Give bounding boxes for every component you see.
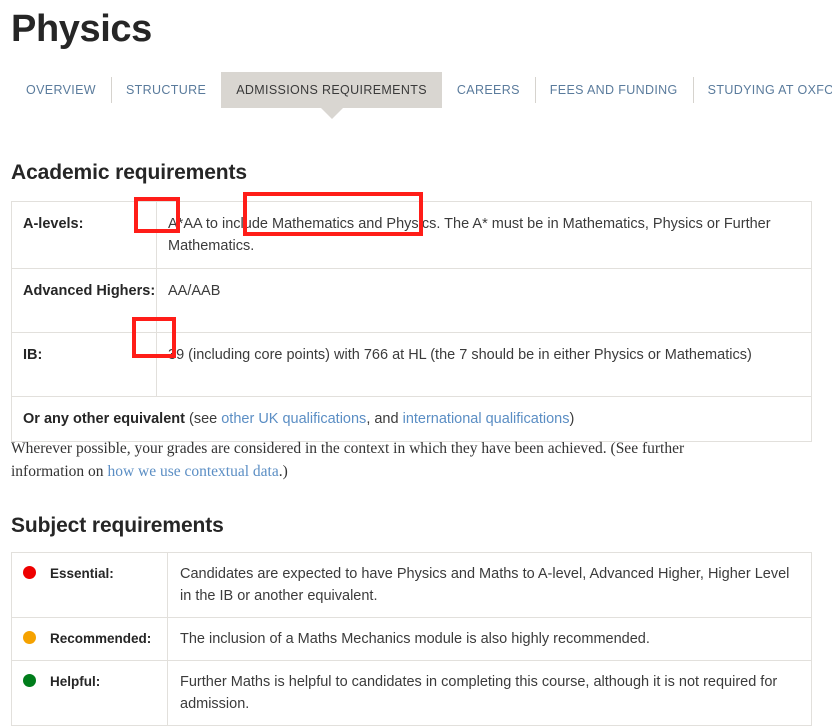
table-row: Recommended: The inclusion of a Maths Me… — [11, 617, 812, 661]
status-dot-helpful-icon — [23, 674, 36, 687]
helpful-label: Helpful: — [50, 674, 101, 689]
row-label-a-levels: A-levels: — [11, 201, 157, 269]
row-label-advanced-highers: Advanced Highers: — [11, 268, 157, 333]
tab-label: FEES AND FUNDING — [549, 83, 678, 97]
tab-admissions-requirements[interactable]: ADMISSIONS REQUIREMENTS — [221, 72, 442, 119]
recommended-label: Recommended: — [50, 631, 152, 646]
tab-studying-at-oxford[interactable]: STUDYING AT OXFORD — [692, 72, 832, 108]
link-international-qualifications[interactable]: international qualifications — [403, 411, 570, 427]
tab-overview[interactable]: OVERVIEW — [11, 72, 111, 108]
link-other-uk-qualifications[interactable]: other UK qualifications — [221, 411, 366, 427]
row-value-ib: 39 (including core points) with 766 at H… — [156, 332, 812, 397]
tab-label: ADMISSIONS REQUIREMENTS — [236, 83, 427, 97]
row-label-recommended: Recommended: — [11, 617, 168, 661]
row-value-a-levels: A*AA to include Mathematics and Physics.… — [156, 201, 812, 269]
other-equivalent-text-middle: , and — [366, 411, 403, 427]
table-row: Or any other equivalent (see other UK qu… — [11, 396, 812, 442]
row-value-recommended: The inclusion of a Maths Mechanics modul… — [167, 617, 812, 661]
row-label-helpful: Helpful: — [11, 660, 168, 726]
table-row: Helpful: Further Maths is helpful to can… — [11, 660, 812, 726]
tab-label: STUDYING AT OXFORD — [707, 83, 832, 97]
row-label-ib: IB: — [11, 332, 157, 397]
row-other-equivalent: Or any other equivalent (see other UK qu… — [11, 396, 812, 442]
row-value-essential: Candidates are expected to have Physics … — [167, 552, 812, 618]
page-title: Physics — [11, 8, 152, 50]
status-dot-recommended-icon — [23, 631, 36, 644]
other-equivalent-text-after: ) — [569, 411, 575, 427]
tab-fees-and-funding[interactable]: FEES AND FUNDING — [534, 72, 693, 108]
academic-requirements-heading: Academic requirements — [11, 161, 247, 184]
other-equivalent-text-before: (see — [184, 411, 222, 427]
row-label-essential: Essential: — [11, 552, 168, 618]
table-row: A-levels: A*AA to include Mathematics an… — [11, 201, 812, 269]
tab-label: CAREERS — [456, 83, 520, 97]
tab-careers[interactable]: CAREERS — [442, 72, 535, 108]
tab-label: OVERVIEW — [26, 83, 96, 97]
link-how-we-use-contextual-data[interactable]: how we use contextual data — [107, 463, 278, 480]
table-row: Essential: Candidates are expected to ha… — [11, 552, 812, 618]
essential-label: Essential: — [50, 566, 114, 581]
contextual-note-text-after: .) — [278, 462, 288, 480]
table-row: IB: 39 (including core points) with 766 … — [11, 332, 812, 397]
active-tab-pointer-icon — [320, 108, 343, 119]
status-dot-essential-icon — [23, 566, 36, 579]
row-value-advanced-highers: AA/AAB — [156, 268, 812, 333]
tab-structure[interactable]: STRUCTURE — [110, 72, 221, 108]
subject-requirements-table: Essential: Candidates are expected to ha… — [11, 552, 812, 726]
tab-label: STRUCTURE — [125, 83, 207, 97]
academic-requirements-table: A-levels: A*AA to include Mathematics an… — [11, 201, 812, 442]
course-tab-bar: OVERVIEW STRUCTURE ADMISSIONS REQUIREMEN… — [11, 72, 832, 119]
contextual-data-note: Wherever possible, your grades are consi… — [11, 438, 711, 483]
row-value-helpful: Further Maths is helpful to candidates i… — [167, 660, 812, 726]
other-equivalent-label: Or any other equivalent — [23, 411, 185, 427]
table-row: Advanced Highers: AA/AAB — [11, 268, 812, 333]
course-page: Physics OVERVIEW STRUCTURE ADMISSIONS RE… — [0, 0, 832, 726]
subject-requirements-heading: Subject requirements — [11, 514, 224, 537]
